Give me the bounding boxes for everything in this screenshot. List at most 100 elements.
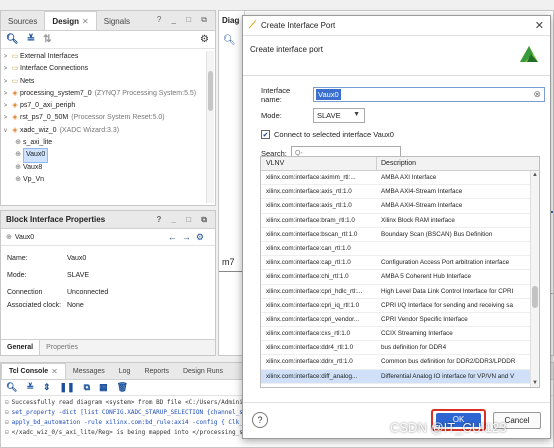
dialog-titlebar: ⟋ Create Interface Port ✕ [243,16,550,36]
tree-item-nets[interactable]: > ▭ Nets [1,76,215,88]
chevron-right-icon[interactable]: > [1,88,10,100]
property-row: Associated clock: None [7,302,84,309]
table-scrollbar[interactable]: ▲ ▼ [530,171,539,387]
chevron-right-icon[interactable]: > [1,63,10,75]
table-row[interactable]: xilinx.com:interface:cpri_vendor... CPRI … [261,313,539,328]
tab-design-runs[interactable]: Design Runs [176,364,230,379]
pause-icon[interactable]: ❚❚ [60,382,75,393]
tree-item-processing-system[interactable]: > ◈ processing_system7_0 (ZYNQ7 Processi… [1,88,215,100]
column-header-vlnv[interactable]: VLNV [261,157,377,170]
table-row[interactable]: xilinx.com:interface:aximm_rtl:... AMBA A… [261,171,539,186]
help-button[interactable]: ? [252,412,268,428]
scroll-up-icon[interactable]: ▲ [532,172,538,178]
table-row[interactable]: xilinx.com:interface:axis_rtl:1.0 AMBA AX… [261,185,539,200]
tab-reports[interactable]: Reports [137,364,176,379]
table-row[interactable]: xilinx.com:interface:diff_analog... Diffe… [261,369,539,384]
vivado-logo-icon: ⟋ [249,20,256,31]
tree-scrollbar[interactable] [206,51,214,203]
collapse-marker-icon[interactable]: ⊟ [5,409,9,416]
table-row[interactable]: xilinx.com:interface:cpri_hdlc_rtl:... Hi… [261,285,539,299]
gear-icon[interactable]: ⚙ [200,34,209,45]
sources-panel: Sources Design ✕ Signals ? _ □ ⧉ 🔍︎ ≚ ⇅ ⚙… [0,10,216,206]
tab-signals[interactable]: Signals [97,13,137,30]
table-row[interactable]: xilinx.com:interface:cap_rtl:1.0 Configur… [261,256,539,271]
close-icon[interactable]: ✕ [51,364,58,379]
tree-item-rst-ps7[interactable]: > ◈ rst_ps7_0_50M (Processor System Rese… [1,112,215,124]
collapse-marker-icon[interactable]: ⊟ [5,429,9,436]
description-cell: Common bus definition for DDR2/DDR3/LPDD… [381,358,516,366]
vlnv-cell: xilinx.com:interface:ddr4_rtl:1.0 [266,344,354,352]
copy-icon[interactable]: ⧉ [84,382,90,393]
table-row[interactable]: xilinx.com:interface:ddrx_rtl:1.0 Common … [261,355,539,370]
vlnv-cell: xilinx.com:interface:diff_analog... [266,372,358,380]
vlnv-cell: xilinx.com:interface:chi_rtl:1.0 [266,273,349,281]
tree-item-interface-connections[interactable]: > ▭ Interface Connections [1,63,215,75]
delete-icon[interactable]: 🗑︎ [117,382,128,393]
tab-messages[interactable]: Messages [66,364,112,379]
close-icon[interactable]: ✕ [82,13,89,30]
table-row[interactable]: xilinx.com:interface:ddr4_rtl:1.0 bus def… [261,341,539,356]
tree-item-vp-vn[interactable]: ⊕ Vp_Vn [1,174,215,186]
interface-port-icon: ⊕ [15,139,21,147]
scrollbar-thumb[interactable] [208,71,213,111]
collapse-marker-icon[interactable]: ⊟ [5,399,9,406]
chevron-right-icon[interactable]: > [1,100,10,112]
tab-tcl-console[interactable]: Tcl Console ✕ [1,363,66,379]
create-interface-port-dialog: ⟋ Create Interface Port ✕ Create interfa… [242,15,551,439]
search-icon[interactable]: 🔍︎ [6,34,19,45]
search-icon[interactable]: 🔍︎ [6,382,17,393]
column-header-description[interactable]: Description [377,157,416,170]
interface-port-icon: ⊕ [6,234,12,241]
interface-name-input[interactable]: Vaux0 ⊗ [313,87,545,102]
table-row[interactable]: xilinx.com:interface:cxs_rtl:1.0 CCIX Str… [261,327,539,342]
table-row[interactable]: xilinx.com:interface:cpri_iq_rtl:1.0 CPRI… [261,299,539,313]
folder-icon: ▭ [11,65,19,73]
table-row[interactable]: xilinx.com:interface:bscan_rtl:1.0 Bounda… [261,228,539,242]
description-cell: AMBA AXI4-Stream Interface [381,202,463,210]
ip-core-icon: ◈ [12,102,18,110]
scroll-down-icon[interactable]: ▼ [532,380,538,386]
tree-item-vaux0[interactable]: ⊕ Vaux0 [1,148,215,163]
table-row[interactable]: xilinx.com:interface:bram_rtl:1.0 Xilinx … [261,214,539,228]
tree-item-xadc-wiz[interactable]: v ◈ xadc_wiz_0 (XADC Wizard:3.3) [1,125,215,137]
scrollbar-thumb[interactable] [532,286,538,308]
table-row[interactable]: xilinx.com:interface:can_rtl:1.0 [261,242,539,257]
chevron-right-icon[interactable]: > [1,76,10,88]
property-row: Connection Unconnected [7,289,109,296]
description-cell: Xilinx Block RAM interface [381,216,455,224]
connect-checkbox-label[interactable]: Connect to selected interface Vaux0 [274,130,394,139]
expand-all-icon[interactable]: ⇅ [43,34,51,45]
panel-window-controls[interactable]: ? _ □ ⧉ [156,211,211,229]
tab-design[interactable]: Design ✕ [44,11,97,30]
chevron-right-icon[interactable]: > [1,112,10,124]
table-row[interactable]: xilinx.com:interface:chi_rtl:1.0 AMBA 5 C… [261,270,539,285]
vlnv-cell: xilinx.com:interface:cpri_iq_rtl:1.0 [266,301,360,309]
tab-general[interactable]: General [1,340,41,355]
vlnv-cell: xilinx.com:interface:cxs_rtl:1.0 [266,330,350,338]
tree-item-axi-periph[interactable]: > ◈ ps7_0_axi_periph [1,100,215,112]
collapse-marker-icon[interactable]: ⊟ [5,419,9,426]
interface-port-icon: ⊕ [15,163,21,171]
close-icon[interactable]: ✕ [535,19,544,32]
nav-arrows-icon[interactable]: ←→⚙ [168,232,209,243]
tree-item-external-interfaces[interactable]: > ▭ External Interfaces [1,51,215,63]
connect-checkbox[interactable]: ✔ [261,130,270,139]
chevron-right-icon[interactable]: > [1,51,10,63]
expand-all-icon[interactable]: ⇕ [43,382,51,393]
zoom-icon[interactable]: 🔍︎ [223,35,236,46]
collapse-all-icon[interactable]: ≚ [27,34,35,45]
collapse-all-icon[interactable]: ≚ [26,382,34,393]
chevron-down-icon[interactable]: v [1,125,10,137]
table-row[interactable]: xilinx.com:interface:axis_rtl:1.0 AMBA AX… [261,199,539,214]
watermark: CSDN @IT_CUI123 [390,420,507,435]
panel-window-controls[interactable]: ? _ □ ⧉ [157,15,211,25]
tab-log[interactable]: Log [112,364,138,379]
mode-select[interactable]: SLAVE ▼ [313,108,365,123]
clear-icon[interactable]: ▦ [99,382,108,393]
tab-properties[interactable]: Properties [40,344,84,351]
table-row[interactable]: xilinx.com:interface:diff_clock_rtl...Di… [261,384,539,388]
tree-item-sublabel: (Processor System Reset:5.0) [71,114,165,122]
clear-field-icon[interactable]: ⊗ [533,89,541,100]
tree-item-vaux8[interactable]: ⊕ Vaux8 [1,162,215,174]
tab-sources[interactable]: Sources [1,13,44,30]
